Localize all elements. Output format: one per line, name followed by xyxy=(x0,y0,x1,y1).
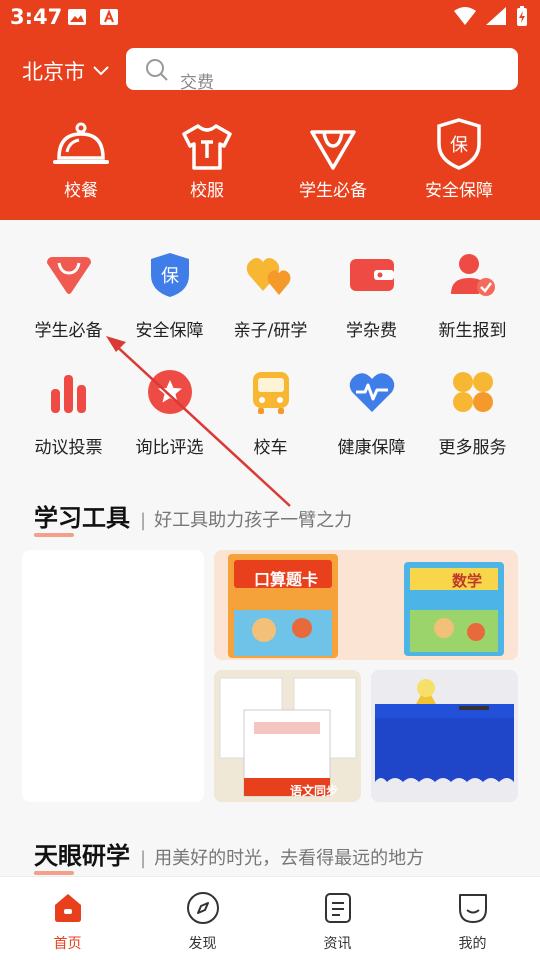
section-title: 学习工具 xyxy=(34,498,130,537)
section-study-header: 天眼研学 | 用美好的时光，去看得最远的地方 xyxy=(34,836,425,875)
tab-home[interactable]: 首页 xyxy=(0,877,135,960)
section-divider: | xyxy=(140,848,147,869)
book-title-math: 数学 xyxy=(452,572,483,590)
section-tools-header: 学习工具 | 好工具助力孩子一臂之力 xyxy=(34,498,353,537)
tab-discover[interactable]: 发现 xyxy=(135,877,270,960)
tab-news[interactable]: 资讯 xyxy=(270,877,405,960)
section-title: 天眼研学 xyxy=(34,836,130,875)
workbooks-image xyxy=(219,677,357,797)
bottom-nav: 首页 发现 资讯 我的 xyxy=(0,876,540,960)
section-divider: | xyxy=(140,510,147,531)
tool-card-tablecloth[interactable] xyxy=(371,670,518,802)
tool-card-blank[interactable] xyxy=(22,550,204,802)
section-subtitle: 用美好的时光，去看得最远的地方 xyxy=(154,848,425,869)
smile-icon xyxy=(458,894,487,923)
annotation-arrow xyxy=(106,336,291,507)
book-title-oral-math: 口算题卡 xyxy=(254,570,319,589)
home-icon xyxy=(54,894,81,922)
tab-label: 首页 xyxy=(53,936,82,952)
tab-label: 发现 xyxy=(188,936,217,952)
tablecloth-image xyxy=(371,670,518,802)
tab-label: 我的 xyxy=(458,936,487,952)
tab-label: 资讯 xyxy=(323,936,352,952)
tool-card-workbooks[interactable]: 语文同步 xyxy=(214,670,361,802)
tab-mine[interactable]: 我的 xyxy=(405,877,540,960)
document-icon xyxy=(324,893,351,923)
tool-card-books[interactable]: 口算题卡 数学 xyxy=(214,550,518,660)
compass-icon xyxy=(186,892,219,924)
section-subtitle: 好工具助力孩子一臂之力 xyxy=(154,510,353,531)
workbook-caption: 语文同步 xyxy=(290,784,339,798)
